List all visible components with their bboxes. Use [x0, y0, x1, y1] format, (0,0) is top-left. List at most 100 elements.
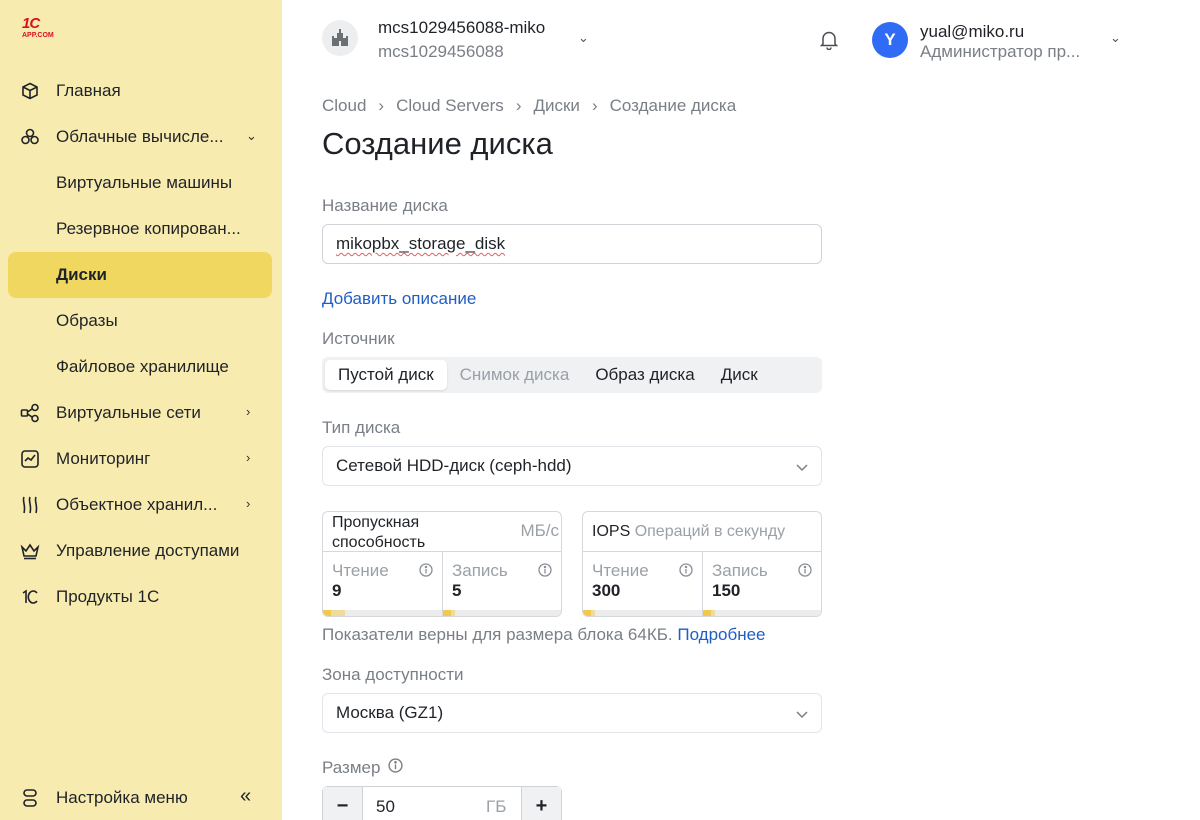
sidebar-item-label: Файловое хранилище [56, 357, 229, 376]
sidebar-item-label: Главная [56, 81, 121, 100]
breadcrumb-separator: › [515, 96, 522, 115]
sidebar-item-cloud-compute[interactable]: Облачные вычисле... ⌄ [8, 114, 272, 160]
throughput-write: Запись 5 [442, 552, 561, 616]
throughput-read-bar [323, 610, 443, 616]
hint-text: Показатели верны для размера блока 64КБ. [322, 625, 673, 644]
size-decrease-button[interactable]: − [323, 787, 363, 820]
monitoring-icon [20, 449, 40, 469]
sidebar-item-label: Виртуальные сети [56, 403, 201, 422]
size-label: Размер [322, 758, 381, 777]
project-name[interactable]: mcs1029456088-miko [378, 18, 545, 38]
sidebar-item-label: Мониторинг [56, 449, 151, 468]
1c-logo[interactable]: 1С APP.COM [22, 16, 62, 46]
bell-icon[interactable] [819, 30, 839, 55]
throughput-read-label: Чтение [332, 561, 389, 580]
breadcrumb-cloud-servers[interactable]: Cloud Servers [396, 96, 504, 116]
info-icon[interactable] [538, 563, 552, 582]
chevron-down-icon[interactable]: ⌄ [578, 30, 589, 46]
iops-write-label: Запись [712, 561, 768, 580]
sidebar-item-disks[interactable]: Диски [8, 252, 272, 298]
sidebar-item-file-storage[interactable]: Файловое хранилище [8, 344, 272, 390]
info-icon[interactable] [388, 758, 404, 778]
sidebar-item-virtual-machines[interactable]: Виртуальные машины [8, 160, 272, 206]
user-role: Администратор пр... [920, 42, 1081, 61]
sidebar-item-label: Продукты 1С [56, 587, 160, 606]
cube-icon [20, 81, 40, 101]
sidebar-item-label: Виртуальные машины [56, 173, 233, 192]
add-description-link[interactable]: Добавить описание [322, 289, 476, 309]
castle-icon [332, 29, 348, 46]
disk-type-label: Тип диска [322, 418, 401, 437]
source-empty-disk[interactable]: Пустой диск [325, 360, 447, 390]
menu-settings[interactable]: Настройка меню « [8, 776, 272, 820]
chevron-right-icon: › [246, 404, 251, 419]
sidebar-item-backup[interactable]: Резервное копирован... [8, 206, 272, 252]
throughput-header: Пропускная способность МБ/с [323, 512, 561, 552]
performance-hint: Показатели верны для размера блока 64КБ.… [322, 625, 766, 645]
sidebar-item-label: Образы [56, 311, 118, 330]
breadcrumb-separator: › [591, 96, 598, 115]
crown-icon [20, 541, 40, 561]
zone-select[interactable]: Москва (GZ1) [322, 693, 822, 733]
source-label: Источник [322, 329, 395, 348]
zone-value: Москва (GZ1) [336, 703, 444, 722]
breadcrumb-disks[interactable]: Диски [533, 96, 579, 116]
sidebar-item-label: Диски [56, 265, 107, 284]
throughput-read-value: 9 [332, 581, 342, 600]
iops-read-value: 300 [592, 581, 621, 600]
info-icon[interactable] [419, 563, 433, 582]
menu-settings-label: Настройка меню [56, 788, 188, 807]
source-disk-snapshot[interactable]: Снимок диска [447, 360, 583, 390]
throughput-write-label: Запись [452, 561, 508, 580]
iops-header: IOPS Операций в секунду [583, 512, 821, 552]
iops-write: Запись 150 [702, 552, 821, 616]
chevron-down-icon [795, 459, 809, 479]
chevron-down-icon[interactable]: ⌄ [1110, 30, 1121, 46]
source-disk-image[interactable]: Образ диска [582, 360, 707, 390]
iops-title-row: IOPS Операций в секунду [592, 522, 785, 542]
user-avatar[interactable]: Y [872, 22, 908, 58]
source-disk[interactable]: Диск [708, 360, 771, 390]
sidebar-item-label: Облачные вычисле... [56, 127, 224, 146]
sidebar: 1С APP.COM Главная Облачные вычисле... ⌄… [0, 0, 282, 820]
page-title: Создание диска [322, 126, 553, 161]
sidebar-item-images[interactable]: Образы [8, 298, 272, 344]
throughput-card: Пропускная способность МБ/с Чтение 9 Зап… [322, 511, 562, 617]
object-storage-icon [20, 495, 40, 515]
size-value-input[interactable]: 50 [376, 797, 395, 817]
sidebar-item-access-management[interactable]: Управление доступами [8, 528, 272, 574]
learn-more-link[interactable]: Подробнее [677, 625, 765, 644]
chevron-right-icon: › [246, 496, 251, 511]
chevron-right-icon: › [246, 450, 251, 465]
iops-write-value: 150 [712, 581, 741, 600]
project-avatar[interactable] [322, 20, 358, 56]
sidebar-item-label: Резервное копирован... [56, 219, 241, 238]
cloud-compute-icon [20, 127, 40, 147]
project-id: mcs1029456088 [378, 42, 504, 61]
iops-read: Чтение 300 [583, 552, 703, 616]
collapse-sidebar-icon[interactable]: « [240, 785, 251, 808]
sidebar-item-home[interactable]: Главная [8, 68, 272, 114]
size-unit: ГБ [486, 797, 507, 816]
disk-name-input[interactable]: mikopbx_storage_disk [322, 224, 822, 264]
size-stepper: − 50 ГБ + [322, 786, 562, 820]
sidebar-item-object-storage[interactable]: Объектное хранил... › [8, 482, 272, 528]
disk-name-label: Название диска [322, 196, 448, 215]
user-email[interactable]: yual@miko.ru [920, 22, 1024, 42]
throughput-read: Чтение 9 [323, 552, 443, 616]
breadcrumb-cloud[interactable]: Cloud [322, 96, 366, 116]
sidebar-item-monitoring[interactable]: Мониторинг › [8, 436, 272, 482]
size-increase-button[interactable]: + [521, 787, 561, 820]
breadcrumb-separator: › [378, 96, 385, 115]
sidebar-item-1c-products[interactable]: Продукты 1С [8, 574, 272, 620]
chevron-down-icon [795, 706, 809, 726]
throughput-write-bar [443, 610, 561, 616]
iops-unit: Операций в секунду [634, 523, 786, 540]
size-label-row: Размер [322, 758, 404, 778]
sidebar-item-virtual-networks[interactable]: Виртуальные сети › [8, 390, 272, 436]
info-icon[interactable] [679, 563, 693, 582]
info-icon[interactable] [798, 563, 812, 582]
chevron-down-icon: ⌄ [246, 128, 257, 143]
disk-type-select[interactable]: Сетевой HDD-диск (ceph-hdd) [322, 446, 822, 486]
iops-read-label: Чтение [592, 561, 649, 580]
